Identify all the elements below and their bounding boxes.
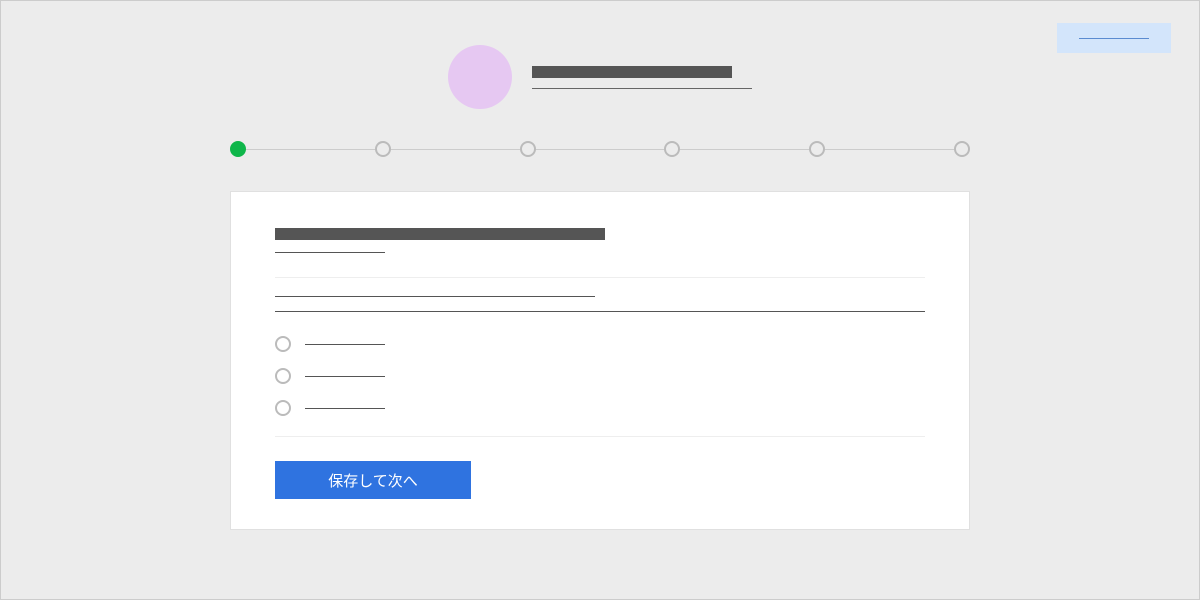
step-1[interactable] (230, 141, 246, 157)
divider (275, 436, 925, 437)
radio-option-3[interactable] (275, 400, 925, 416)
page-header (448, 45, 752, 109)
form-card: 保存して次へ (230, 191, 970, 530)
progress-stepper (230, 141, 970, 157)
save-next-button[interactable]: 保存して次へ (275, 461, 471, 499)
divider (275, 277, 925, 278)
radio-label (305, 408, 385, 409)
header-text (532, 66, 752, 89)
radio-option-2[interactable] (275, 368, 925, 384)
avatar (448, 45, 512, 109)
radio-label (305, 376, 385, 377)
radio-icon (275, 368, 291, 384)
page-subtitle (532, 88, 752, 89)
question-line-1 (275, 296, 595, 297)
section-subtitle (275, 252, 385, 253)
step-4[interactable] (664, 141, 680, 157)
top-action-button[interactable] (1057, 23, 1171, 53)
page-title (532, 66, 732, 78)
radio-group (275, 336, 925, 416)
top-action-label (1079, 38, 1149, 39)
step-3[interactable] (520, 141, 536, 157)
radio-icon (275, 400, 291, 416)
step-2[interactable] (375, 141, 391, 157)
step-6[interactable] (954, 141, 970, 157)
radio-label (305, 344, 385, 345)
radio-icon (275, 336, 291, 352)
section-title (275, 228, 605, 240)
step-5[interactable] (809, 141, 825, 157)
radio-option-1[interactable] (275, 336, 925, 352)
question-line-2 (275, 311, 925, 312)
